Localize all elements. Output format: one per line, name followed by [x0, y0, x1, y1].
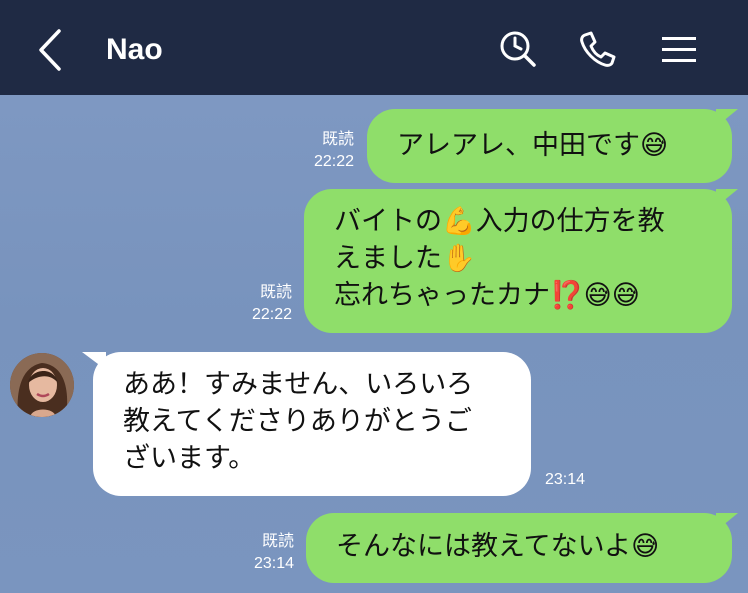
message-time: 22:22 [251, 306, 292, 323]
read-label: 既読 [321, 131, 354, 148]
outgoing-message-bubble[interactable]: アレアレ、中田です😅 [367, 109, 732, 183]
read-label: 既読 [261, 533, 294, 550]
message-line: そんなには教えてないよ😅 [336, 531, 660, 562]
message-line: ざいます。 [123, 443, 256, 474]
message-meta: 既読 23:14 [240, 531, 294, 575]
chat-title: Nao [106, 33, 163, 66]
chat-header: Nao [0, 0, 748, 95]
message-time: 23:14 [253, 555, 294, 572]
phone-icon[interactable] [575, 27, 619, 71]
message-line: 忘れちゃったカナ⁉️😅😅 [334, 280, 640, 311]
search-clock-icon[interactable] [496, 27, 540, 71]
avatar[interactable] [10, 353, 74, 417]
message-line: バイトの💪入力の仕方を教 [334, 206, 665, 237]
message-line: ああ！すみません、いろいろ [123, 369, 474, 400]
message-line: アレアレ、中田です😅 [397, 130, 669, 161]
outgoing-message-bubble[interactable]: バイトの💪入力の仕方を教 えました✋ 忘れちゃったカナ⁉️😅😅 [304, 189, 732, 333]
read-label: 既読 [259, 284, 292, 301]
message-meta: 既読 22:22 [238, 282, 292, 326]
message-line: えました✋ [334, 243, 476, 274]
message-meta: 既読 22:22 [300, 129, 354, 173]
outgoing-message-bubble[interactable]: そんなには教えてないよ😅 [306, 513, 732, 583]
message-time: 23:14 [545, 471, 586, 488]
chat-area[interactable]: 既読 22:22 アレアレ、中田です😅 既読 22:22 バイトの💪入力の仕方を… [0, 95, 748, 593]
message-line: 教えてくださりありがとうご [123, 406, 472, 437]
back-chevron-icon[interactable] [30, 26, 70, 74]
menu-icon[interactable] [657, 27, 701, 71]
message-meta: 23:14 [545, 469, 605, 491]
message-time: 22:22 [313, 153, 354, 170]
incoming-message-bubble[interactable]: ああ！すみません、いろいろ 教えてくださりありがとうご ざいます。 [93, 352, 531, 496]
